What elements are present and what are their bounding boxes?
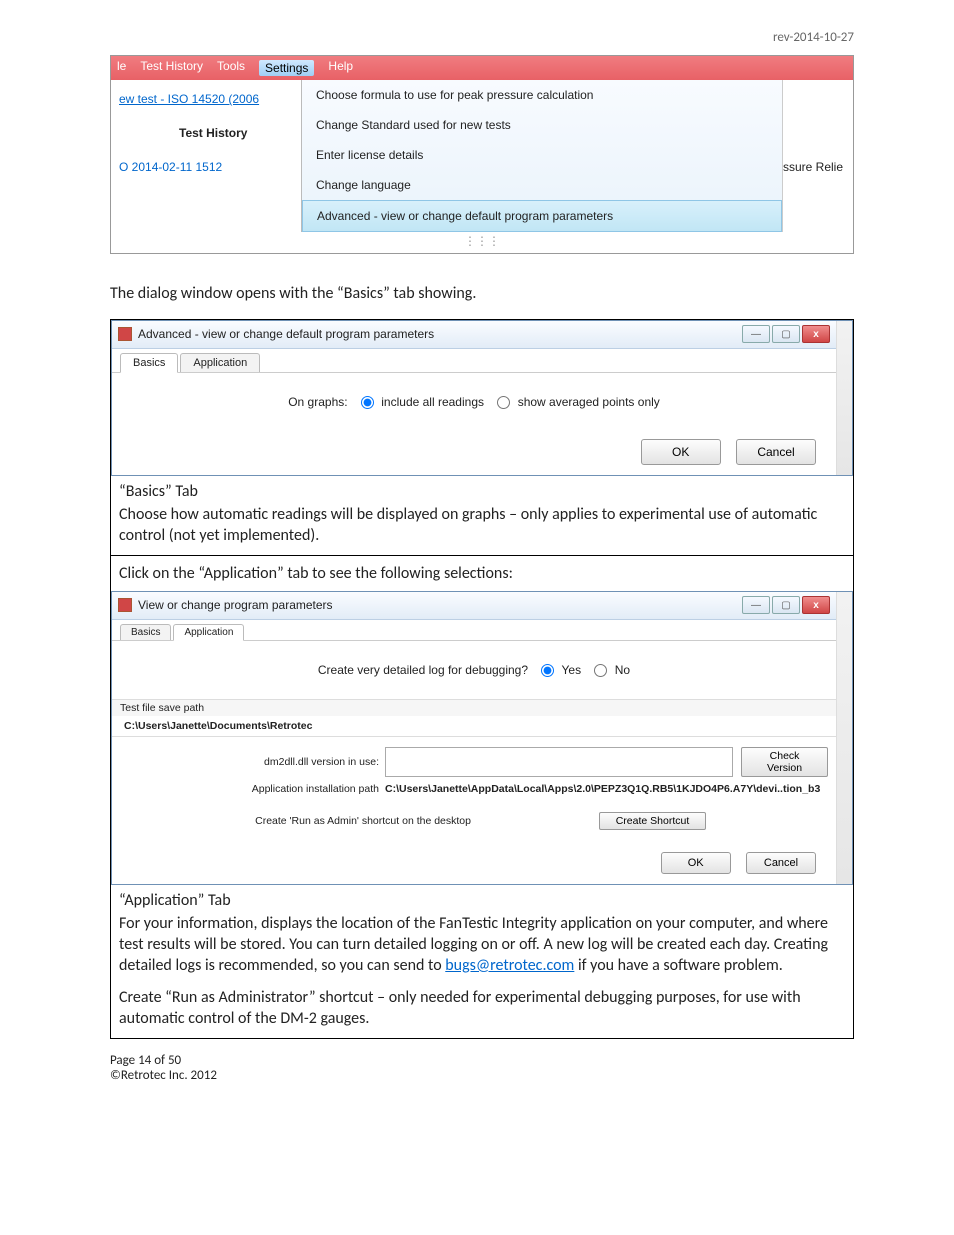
radio-include-all-label: include all readings <box>381 395 484 409</box>
close-button[interactable]: x <box>802 596 830 614</box>
menu-item-test-history[interactable]: Test History <box>140 60 203 76</box>
scrollbar[interactable] <box>836 321 852 475</box>
intro-paragraph: The dialog window opens with the “Basics… <box>110 284 854 305</box>
settings-item-license[interactable]: Enter license details <box>302 140 782 170</box>
left-header-test-history: Test History <box>179 126 293 140</box>
radio-averaged[interactable] <box>497 396 510 409</box>
radio-log-no-label: No <box>615 663 630 677</box>
install-path-label: Application installation path <box>120 783 385 795</box>
detailed-log-label: Create very detailed log for debugging? <box>318 663 528 677</box>
tab-application[interactable]: Application <box>180 353 260 372</box>
create-shortcut-button[interactable]: Create Shortcut <box>599 812 707 830</box>
menu-item-settings[interactable]: Settings <box>259 60 314 76</box>
menu-screenshot: le Test History Tools Settings Help ew t… <box>110 55 854 254</box>
settings-item-formula[interactable]: Choose formula to use for peak pressure … <box>302 80 782 110</box>
minimize-button[interactable]: — <box>742 596 770 614</box>
menu-item-tools[interactable]: Tools <box>217 60 245 76</box>
settings-item-advanced[interactable]: Advanced - view or change default progra… <box>302 200 782 232</box>
basics-frame: Advanced - view or change default progra… <box>110 319 854 1039</box>
menu-item-help[interactable]: Help <box>328 60 353 76</box>
on-graphs-label: On graphs: <box>288 395 347 409</box>
menu-item-le[interactable]: le <box>117 60 126 76</box>
revision-date: rev-2014-10-27 <box>110 30 854 45</box>
close-button[interactable]: x <box>802 325 830 343</box>
application-description-1: For your information, displays the locat… <box>111 910 853 984</box>
tab-basics[interactable]: Basics <box>120 624 171 640</box>
basics-description: Choose how automatic readings will be di… <box>111 501 853 555</box>
menubar: le Test History Tools Settings Help <box>111 56 853 80</box>
basics-dialog: Advanced - view or change default progra… <box>111 320 853 476</box>
dll-version-label: dm2dll.dll version in use: <box>120 756 385 768</box>
dialog-icon <box>118 598 132 612</box>
ok-button[interactable]: OK <box>641 439 721 465</box>
radio-log-yes-label: Yes <box>562 663 582 677</box>
cancel-button[interactable]: Cancel <box>746 852 816 874</box>
on-graphs-row: On graphs: include all readings show ave… <box>130 395 818 409</box>
left-link-history-item[interactable]: O 2014-02-11 1512 <box>119 160 293 174</box>
radio-log-yes[interactable] <box>541 664 554 677</box>
menu-left-panel: ew test - ISO 14520 (2006 Test History O… <box>111 80 301 232</box>
install-path-value: C:\Users\Janette\AppData\Local\Apps\2.0\… <box>385 783 828 795</box>
run-admin-label: Create 'Run as Admin' shortcut on the de… <box>120 815 477 827</box>
grip-icon: ⋮⋮⋮ <box>111 232 853 253</box>
basics-caption: “Basics” Tab <box>111 476 853 501</box>
scrollbar[interactable] <box>836 592 852 884</box>
dll-version-field[interactable] <box>385 747 733 777</box>
radio-include-all[interactable] <box>361 396 374 409</box>
basics-dialog-title: Advanced - view or change default progra… <box>138 327 742 341</box>
radio-log-no[interactable] <box>594 664 607 677</box>
settings-dropdown: Choose formula to use for peak pressure … <box>301 80 783 232</box>
application-dialog-title: View or change program parameters <box>138 598 742 612</box>
radio-averaged-label: show averaged points only <box>518 395 660 409</box>
application-caption: “Application” Tab <box>111 885 853 910</box>
maximize-button[interactable]: ▢ <box>772 325 800 343</box>
page-number: Page 14 of 50 <box>110 1053 854 1068</box>
savepath-label: Test file save path <box>112 699 836 716</box>
settings-item-language[interactable]: Change language <box>302 170 782 200</box>
minimize-button[interactable]: — <box>742 325 770 343</box>
left-link-new-test[interactable]: ew test - ISO 14520 (2006 <box>119 92 293 106</box>
bugs-email-link[interactable]: bugs@retrotec.com <box>445 956 574 975</box>
cancel-button[interactable]: Cancel <box>736 439 816 465</box>
savepath-value: C:\Users\Janette\Documents\Retrotec <box>112 716 836 737</box>
tab-basics[interactable]: Basics <box>120 353 178 373</box>
application-description-2: Create “Run as Administrator” shortcut –… <box>111 984 853 1038</box>
dialog-icon <box>118 327 132 341</box>
settings-item-standard[interactable]: Change Standard used for new tests <box>302 110 782 140</box>
copyright: ©Retrotec Inc. 2012 <box>110 1068 854 1083</box>
overflow-right: ssure Relie <box>783 80 853 232</box>
tab-application[interactable]: Application <box>173 624 244 641</box>
maximize-button[interactable]: ▢ <box>772 596 800 614</box>
click-application-text: Click on the “Application” tab to see th… <box>111 555 853 591</box>
ok-button[interactable]: OK <box>661 852 731 874</box>
check-version-button[interactable]: Check Version <box>741 747 828 777</box>
application-dialog: View or change program parameters — ▢ x … <box>111 591 853 885</box>
